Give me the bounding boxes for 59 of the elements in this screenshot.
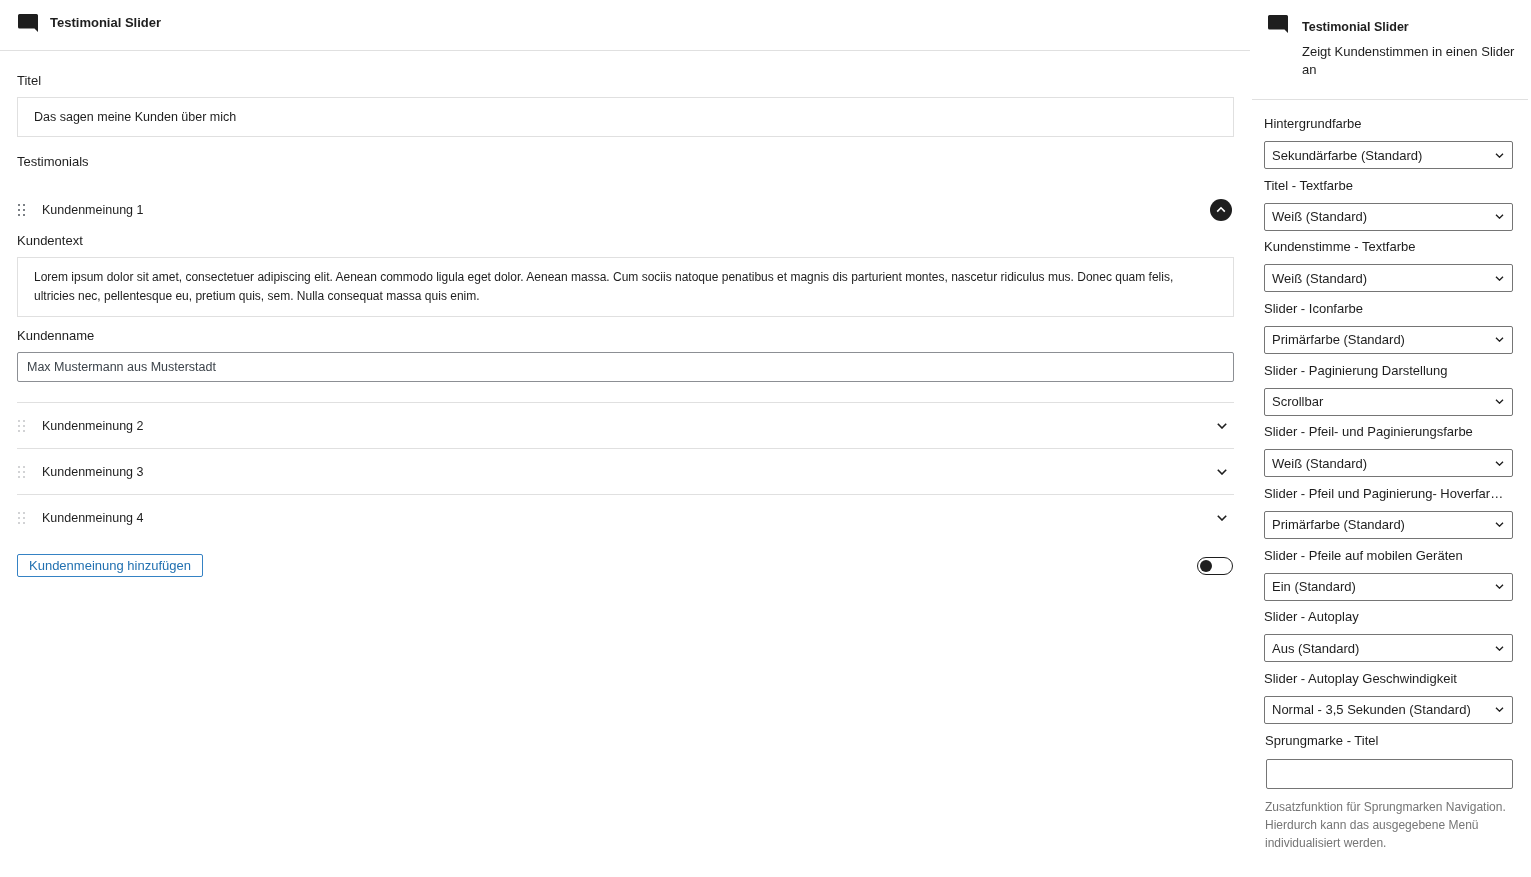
chevron-down-icon bbox=[1495, 522, 1504, 528]
field-label: Titel bbox=[17, 72, 43, 89]
field-label: Kundentext bbox=[17, 232, 84, 249]
field-label: Titel - Textfarbe bbox=[1264, 177, 1354, 194]
item-title: Kundenmeinung 4 bbox=[42, 510, 145, 525]
select-field[interactable]: Aus (Standard) bbox=[1264, 634, 1513, 663]
select-field[interactable]: Sekundärfarbe (Standard) bbox=[1264, 141, 1513, 169]
select-field[interactable]: Ein (Standard) bbox=[1264, 572, 1513, 601]
item-title: Kundenmeinung 3 bbox=[42, 464, 145, 479]
help-text: Zusatzfunktion für Sprungmarken Navigation. Hierdurch kann das ausgegebene Menü individualisiert werden. bbox=[1265, 798, 1507, 852]
field-label: Slider - Autoplay bbox=[1264, 609, 1360, 626]
field-label: Slider - Pfeil und Paginierung- Hoverfar… bbox=[1264, 485, 1505, 502]
chevron-down-icon bbox=[1495, 707, 1504, 713]
field-label: Slider - Iconfarbe bbox=[1264, 300, 1364, 317]
speech-bubble-icon bbox=[1268, 15, 1288, 33]
chevron-down-icon bbox=[1495, 152, 1504, 158]
field-label: Slider - Paginierung Darstellung bbox=[1264, 362, 1449, 379]
field-label: Kundenname bbox=[17, 327, 96, 344]
drag-handle-icon[interactable] bbox=[18, 419, 25, 432]
field-label: Hintergrundfarbe bbox=[1264, 116, 1363, 132]
select-field[interactable]: Primärfarbe (Standard) bbox=[1264, 510, 1513, 539]
chevron-up-icon[interactable] bbox=[1210, 198, 1232, 221]
field-label: Kundenstimme - Textfarbe bbox=[1264, 239, 1417, 256]
chevron-down-icon[interactable] bbox=[1217, 422, 1227, 429]
block-description: Zeigt Kundenstimmen in einen Slider an bbox=[1302, 43, 1516, 79]
section-label: Testimonials bbox=[17, 153, 90, 170]
drag-handle-icon[interactable] bbox=[18, 203, 25, 216]
select-field[interactable]: Weiß (Standard) bbox=[1264, 202, 1513, 231]
title-input[interactable]: Das sagen meine Kunden über mich bbox=[17, 97, 1234, 137]
chevron-down-icon bbox=[1495, 214, 1504, 220]
drag-handle-icon[interactable] bbox=[18, 511, 25, 524]
chevron-down-icon bbox=[1495, 399, 1504, 405]
block-title: Testimonial Slider bbox=[50, 14, 161, 32]
chevron-down-icon bbox=[1495, 645, 1504, 651]
select-field[interactable]: Normal - 3,5 Sekunden (Standard) bbox=[1264, 695, 1513, 724]
block-title: Testimonial Slider bbox=[1302, 19, 1410, 36]
chevron-down-icon bbox=[1495, 275, 1504, 281]
speech-bubble-icon bbox=[18, 14, 38, 32]
select-field[interactable]: Scrollbar bbox=[1264, 387, 1513, 416]
field-label: Sprungmarke - Titel bbox=[1265, 732, 1380, 749]
item-title: Kundenmeinung 1 bbox=[42, 202, 145, 217]
field-label: Slider - Pfeile auf mobilen Geräten bbox=[1264, 547, 1464, 564]
text-area[interactable]: Lorem ipsum dolor sit amet, consectetuer adipiscing elit. Aenean commodo ligula eget dolor. Aenean massa. Cum sociis natoque penatibus et magnis dis parturient montes, nascetur ridiculus mus. Donec quam felis, ultricies nec, pellentesque eu, pretium quis, sem. Nulla consequat massa quis enim. bbox=[17, 257, 1234, 317]
item-title: Kundenmeinung 2 bbox=[42, 418, 145, 433]
chevron-down-icon bbox=[1495, 460, 1504, 466]
field-label: Slider - Pfeil- und Paginierungsfarbe bbox=[1264, 424, 1474, 441]
chevron-down-icon bbox=[1495, 337, 1504, 343]
text-input[interactable] bbox=[1266, 758, 1513, 789]
select-field[interactable]: Primärfarbe (Standard) bbox=[1264, 325, 1513, 354]
chevron-down-icon bbox=[1495, 584, 1504, 590]
chevron-down-icon[interactable] bbox=[1217, 468, 1227, 475]
drag-handle-icon[interactable] bbox=[18, 465, 25, 478]
select-field[interactable]: Weiß (Standard) bbox=[1264, 264, 1513, 293]
chevron-down-icon[interactable] bbox=[1217, 514, 1227, 521]
text-input[interactable]: Max Mustermann aus Musterstadt bbox=[17, 352, 1234, 382]
add-button[interactable]: Kundenmeinung hinzufügen bbox=[17, 554, 203, 577]
toggle-switch[interactable] bbox=[1197, 556, 1233, 575]
select-field[interactable]: Weiß (Standard) bbox=[1264, 449, 1513, 478]
field-label: Slider - Autoplay Geschwindigkeit bbox=[1264, 670, 1458, 687]
